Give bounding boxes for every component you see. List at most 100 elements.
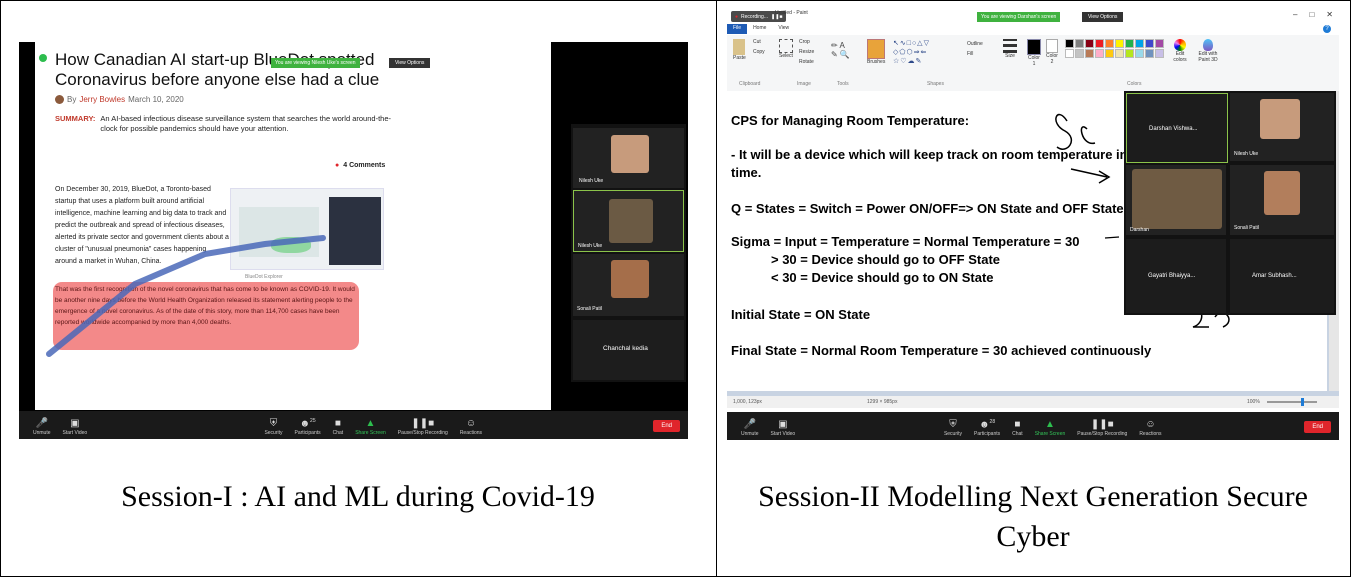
palette-swatch[interactable] xyxy=(1095,39,1104,48)
close-icon[interactable]: ✕ xyxy=(1326,10,1333,19)
paint3d-label: Edit with Paint 3D xyxy=(1198,51,1218,63)
end-meeting-button[interactable]: End xyxy=(653,420,680,432)
right-zoom-screenshot: ● Recording... ❚❚■ Untitled - Paint You … xyxy=(727,9,1339,440)
color1-button[interactable]: Color 1 xyxy=(1027,39,1041,67)
tab-file[interactable]: File xyxy=(727,24,748,34)
chat-button[interactable]: ■ Chat xyxy=(327,418,350,439)
zoom-level: 100% xyxy=(1247,399,1260,405)
palette-swatch[interactable] xyxy=(1095,49,1104,58)
cut-button[interactable]: Cut xyxy=(753,39,761,45)
participant-tile[interactable]: Gayatri Bhaiyya... xyxy=(1126,239,1226,313)
group-image: Image xyxy=(797,81,811,87)
paint-statusbar: 1,000, 123px 1299 × 985px 100% xyxy=(727,396,1339,408)
palette-swatch[interactable] xyxy=(1075,39,1084,48)
participant-tile[interactable]: Sonali Patil xyxy=(573,254,684,316)
resize-button[interactable]: Resize xyxy=(799,49,814,55)
participant-video xyxy=(609,199,653,243)
zoom-slider[interactable] xyxy=(1267,398,1317,406)
palette-swatch[interactable] xyxy=(1065,49,1074,58)
participants-label: Participants xyxy=(974,431,1001,437)
reactions-button[interactable]: ☺ Reactions xyxy=(1133,419,1167,440)
share-screen-button[interactable]: ▲ Share Screen xyxy=(1029,419,1072,440)
palette-swatch[interactable] xyxy=(1115,49,1124,58)
start-video-button[interactable]: ▣ Start Video xyxy=(765,419,802,440)
palette-swatch[interactable] xyxy=(1145,49,1154,58)
palette-swatch[interactable] xyxy=(1125,39,1134,48)
pause-recording-button[interactable]: ❚❚■ Pause/Stop Recording xyxy=(1071,419,1133,440)
palette-swatch[interactable] xyxy=(1115,39,1124,48)
tab-view[interactable]: View xyxy=(772,24,795,34)
palette-swatch[interactable] xyxy=(1135,49,1144,58)
start-video-button[interactable]: ▣ Start Video xyxy=(57,418,94,439)
edit-colors-label: Edit colors xyxy=(1173,51,1187,63)
view-options-button[interactable]: View Options xyxy=(1082,12,1124,22)
participants-button[interactable]: ☻25 Participants xyxy=(289,415,327,439)
group-tools: Tools xyxy=(837,81,849,87)
participant-tile-active[interactable]: Darshan Vishwa... xyxy=(1126,93,1228,163)
tab-home[interactable]: Home xyxy=(747,24,772,34)
participant-video xyxy=(1264,171,1300,215)
unmute-button[interactable]: 🎤 Unmute xyxy=(27,418,57,439)
participants-button[interactable]: ☻28 Participants xyxy=(968,416,1006,440)
participant-tile[interactable]: Sonali Patil xyxy=(1230,165,1334,235)
palette-swatch[interactable] xyxy=(1125,49,1134,58)
rotate-button[interactable]: Rotate xyxy=(799,59,814,65)
video-off-icon: ▣ xyxy=(778,419,788,430)
color2-button[interactable]: Color 2 xyxy=(1045,39,1059,65)
security-button[interactable]: ⛨ Security xyxy=(938,419,968,440)
group-shapes: Shapes xyxy=(927,81,944,87)
palette-swatch[interactable] xyxy=(1085,39,1094,48)
participant-name: Nilesh Uke xyxy=(1234,151,1259,157)
copy-button[interactable]: Copy xyxy=(753,49,765,55)
reactions-button[interactable]: ☺ Reactions xyxy=(454,418,488,439)
fill-button[interactable]: Fill xyxy=(967,51,973,57)
pause-recording-button[interactable]: ❚❚■ Pause/Stop Recording xyxy=(392,418,454,439)
palette-swatch[interactable] xyxy=(1075,49,1084,58)
recording-label: Recording... xyxy=(741,13,768,20)
shapes-gallery[interactable]: ↖∿□○△▽ ◇⬠⬡⇒⇐ ☆♡☁✎ xyxy=(893,39,963,67)
palette-swatch[interactable] xyxy=(1155,39,1164,48)
size-button[interactable]: Size xyxy=(1003,39,1017,59)
palette-swatch[interactable] xyxy=(1155,49,1164,58)
chat-button[interactable]: ■ Chat xyxy=(1006,419,1029,440)
paint3d-button[interactable]: Edit with Paint 3D xyxy=(1195,39,1221,63)
palette-swatch[interactable] xyxy=(1085,49,1094,58)
palette-swatch[interactable] xyxy=(1135,39,1144,48)
edit-colors-button[interactable]: Edit colors xyxy=(1169,39,1191,63)
outline-button[interactable]: Outline xyxy=(967,41,983,47)
color2-label: Color 2 xyxy=(1046,53,1058,65)
participant-tile[interactable]: Amar Subhash... xyxy=(1230,239,1334,313)
participant-tile-active[interactable]: Nilesh Uke xyxy=(573,190,684,252)
participant-tile[interactable]: Chanchal kedia xyxy=(573,320,684,380)
participant-tile[interactable]: Nilesh Uke xyxy=(1230,93,1334,161)
brushes-button[interactable]: Brushes xyxy=(867,39,885,65)
caption-left: Session-I : AI and ML during Covid-19 xyxy=(121,480,595,513)
participants-icon: ☻25 xyxy=(299,417,316,429)
security-button[interactable]: ⛨ Security xyxy=(258,418,288,439)
size-icon xyxy=(1003,39,1017,53)
paste-button[interactable]: Paste xyxy=(733,39,746,61)
unmute-button[interactable]: 🎤 Unmute xyxy=(735,419,765,440)
participant-tile[interactable]: Nilesh Uke xyxy=(573,128,684,188)
size-label: Size xyxy=(1005,53,1015,59)
maximize-icon[interactable]: □ xyxy=(1309,10,1314,19)
ribbon-group-labels: Clipboard Image Tools Shapes Colors xyxy=(727,81,1339,89)
participant-tile[interactable]: Darshan xyxy=(1126,165,1226,235)
help-icon[interactable]: ? xyxy=(1323,25,1331,33)
palette-swatch[interactable] xyxy=(1105,49,1114,58)
zoom-slider-thumb[interactable] xyxy=(1301,398,1304,406)
end-meeting-button[interactable]: End xyxy=(1304,421,1331,433)
palette-swatch[interactable] xyxy=(1065,39,1074,48)
image-size: 1299 × 985px xyxy=(867,399,898,405)
shield-icon: ⛨ xyxy=(949,419,957,430)
minimize-icon[interactable]: – xyxy=(1293,10,1297,19)
color1-swatch xyxy=(1027,39,1041,55)
paint3d-icon xyxy=(1203,39,1213,51)
view-options-button[interactable]: View Options xyxy=(389,58,431,68)
palette-swatch[interactable] xyxy=(1105,39,1114,48)
crop-button[interactable]: Crop xyxy=(799,39,810,45)
select-button[interactable]: Select xyxy=(779,39,793,59)
share-screen-button[interactable]: ▲ Share Screen xyxy=(349,418,392,439)
palette-swatch[interactable] xyxy=(1145,39,1154,48)
participants-gallery: Darshan Vishwa... Nilesh Uke Darshan Son… xyxy=(1124,91,1336,315)
